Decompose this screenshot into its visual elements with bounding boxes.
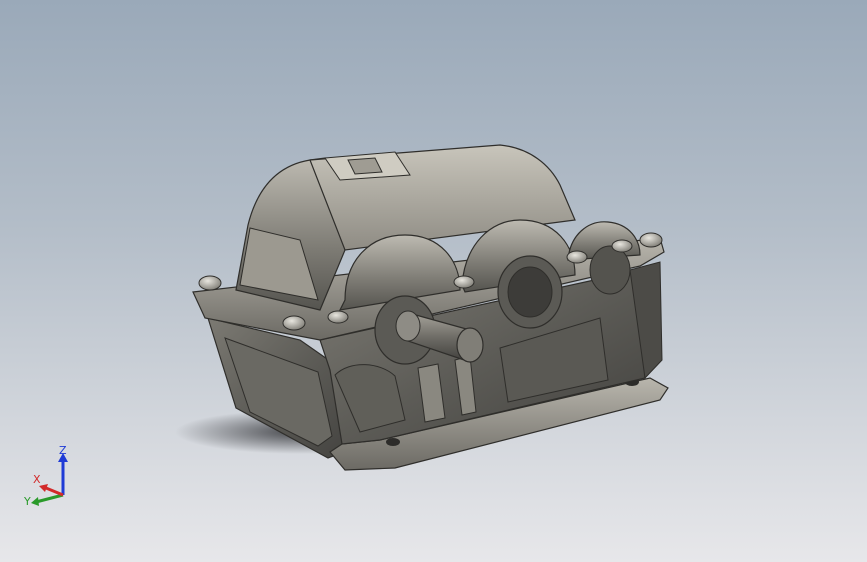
input-shaft-root (395, 310, 421, 342)
input-shaft-end[interactable] (456, 327, 484, 363)
x-axis-line (45, 486, 64, 497)
gearbox-model[interactable] (0, 0, 867, 562)
bearing-cap-right (589, 245, 631, 295)
bolt (282, 315, 306, 331)
bolt (566, 250, 588, 264)
bolt (453, 275, 475, 289)
y-axis-line (35, 493, 64, 504)
triad-axes (31, 453, 68, 506)
graphics-viewport[interactable]: Z X Y (0, 0, 867, 562)
y-axis-arrow (31, 497, 39, 506)
y-axis-label: Y (24, 495, 31, 508)
coordinate-triad: Z X Y (22, 440, 82, 515)
bolt (611, 239, 633, 253)
bolt (327, 310, 349, 324)
bolt (639, 232, 663, 248)
bearing-cap-center-inner (507, 266, 553, 318)
bolt (198, 275, 222, 291)
z-axis-label: Z (59, 444, 67, 457)
foot-bolt-hole-1 (386, 438, 400, 446)
x-axis-label: X (33, 473, 41, 486)
